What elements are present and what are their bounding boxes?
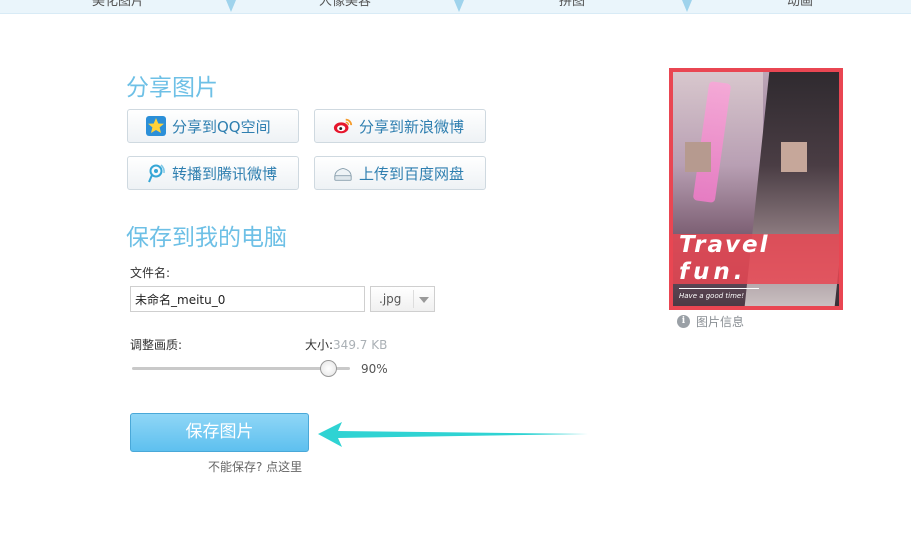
file-size-label: 大小:	[305, 338, 334, 352]
share-weibo-label: 分享到新浪微博	[359, 117, 465, 136]
tab-beautify[interactable]: 美化图片	[8, 0, 228, 14]
tab-collage[interactable]: 拼图	[462, 0, 682, 14]
image-info-link[interactable]: i 图片信息	[677, 313, 744, 330]
qzone-star-icon	[146, 116, 166, 136]
cannot-save-help-link[interactable]: 不能保存? 点这里	[208, 458, 302, 475]
upload-baidu-pan-button[interactable]: 上传到百度网盘	[314, 156, 486, 190]
select-divider	[413, 290, 414, 308]
preview-overlay-line1: Travel	[679, 232, 770, 258]
tab-animation[interactable]: 动画	[690, 0, 910, 14]
file-size: 大小:349.7 KB	[305, 336, 387, 353]
tab-portrait[interactable]: 人像美容	[235, 0, 455, 14]
share-weibo-button[interactable]: 分享到新浪微博	[314, 109, 486, 143]
image-preview: Travel fun. Have a good time!	[669, 68, 843, 310]
preview-overlay-underline	[679, 288, 759, 289]
share-qzone-button[interactable]: 分享到QQ空间	[127, 109, 299, 143]
quality-label: 调整画质:	[130, 338, 183, 352]
share-tencent-weibo-label: 转播到腾讯微博	[172, 164, 278, 183]
info-icon: i	[677, 315, 690, 328]
filename-input[interactable]	[130, 286, 365, 312]
save-image-button[interactable]: 保存图片	[130, 413, 309, 452]
weibo-icon	[333, 116, 353, 136]
file-size-value: 349.7 KB	[333, 338, 388, 352]
preview-overlay-small: Have a good time!	[679, 292, 745, 300]
preview-blurred-face	[685, 142, 711, 172]
share-section-title: 分享图片	[126, 75, 218, 101]
share-qzone-label: 分享到QQ空间	[172, 117, 271, 136]
filename-label: 文件名:	[130, 266, 171, 280]
extension-value: .jpg	[379, 292, 402, 306]
top-tab-bar: 美化图片 人像美容 拼图 动画	[0, 0, 911, 14]
image-info-label: 图片信息	[696, 315, 745, 329]
baidu-pan-icon	[333, 163, 353, 183]
annotation-arrow	[318, 422, 588, 447]
quality-slider-handle[interactable]	[319, 360, 337, 377]
preview-photo: Travel fun. Have a good time!	[673, 72, 839, 306]
share-tencent-weibo-button[interactable]: 转播到腾讯微博	[127, 156, 299, 190]
quality-value: 90%	[361, 362, 388, 376]
quality-slider-track[interactable]	[132, 367, 350, 370]
preview-blurred-face	[781, 142, 807, 172]
chevron-down-icon	[419, 297, 429, 303]
save-section-title: 保存到我的电脑	[126, 225, 287, 251]
upload-baidu-pan-label: 上传到百度网盘	[359, 164, 465, 183]
preview-overlay-line2: fun.	[679, 259, 747, 285]
extension-select[interactable]: .jpg	[370, 286, 435, 312]
tencent-weibo-icon	[146, 163, 166, 183]
